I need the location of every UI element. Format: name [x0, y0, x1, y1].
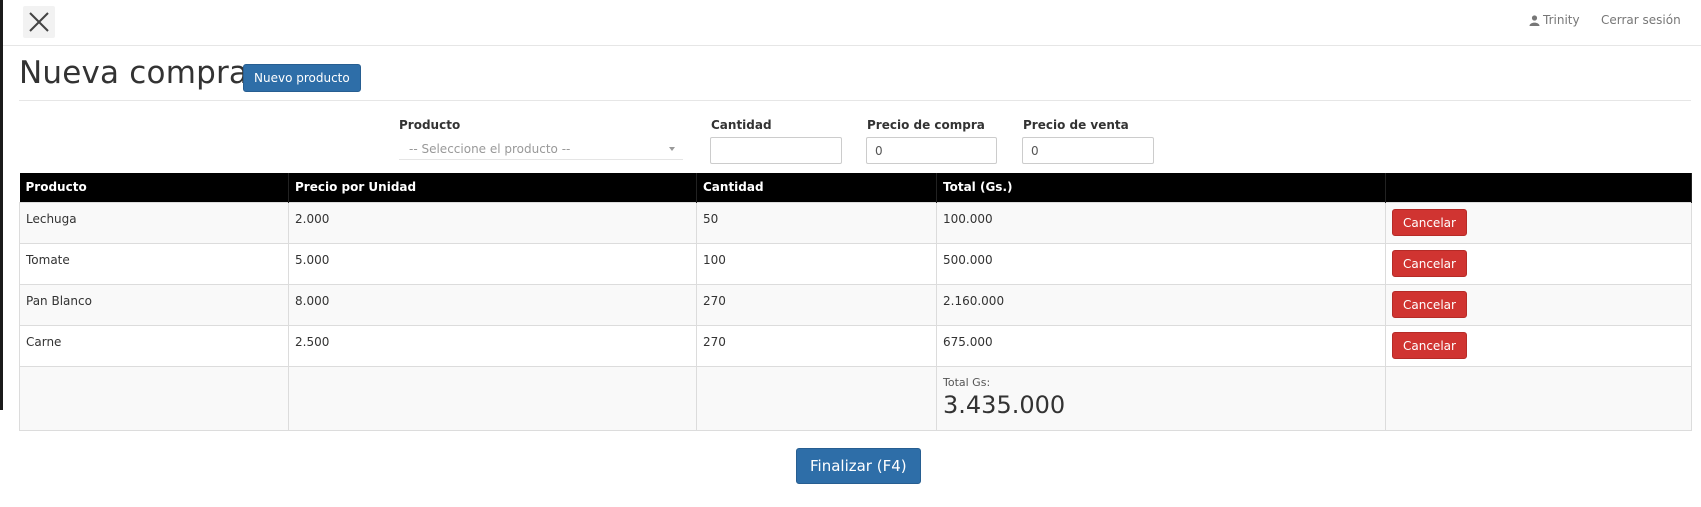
cell-total: 675.000 — [936, 324, 1386, 367]
column-header-quantity: Cantidad — [696, 173, 937, 202]
cell-action: Cancelar — [1385, 242, 1692, 285]
cell-product: Pan Blanco — [19, 283, 289, 326]
sale-price-label: Precio de venta — [1023, 118, 1129, 132]
sale-price-input[interactable] — [1022, 137, 1154, 164]
cancel-button[interactable]: Cancelar — [1392, 332, 1467, 359]
finish-button[interactable]: Finalizar (F4) — [796, 448, 921, 484]
total-row: Total Gs: 3.435.000 — [19, 365, 1692, 431]
purchase-price-label: Precio de compra — [867, 118, 985, 132]
user-icon — [1529, 14, 1540, 26]
cell-total: 100.000 — [936, 201, 1386, 244]
cell-product: Carne — [19, 324, 289, 367]
left-edge-strip — [0, 0, 3, 410]
quantity-input[interactable] — [710, 137, 842, 164]
cell-total: 2.160.000 — [936, 283, 1386, 326]
table-row: Tomate 5.000 100 500.000 Cancelar — [19, 242, 1692, 285]
top-bar: Trinity Cerrar sesión — [3, 0, 1701, 46]
cell-action: Cancelar — [1385, 283, 1692, 326]
logout-link[interactable]: Cerrar sesión — [1601, 13, 1681, 27]
chevron-down-icon — [669, 147, 675, 151]
table-row: Pan Blanco 8.000 270 2.160.000 Cancelar — [19, 283, 1692, 326]
cell-action: Cancelar — [1385, 201, 1692, 244]
cancel-button[interactable]: Cancelar — [1392, 250, 1467, 277]
empty-cell — [1385, 365, 1692, 431]
cell-unit-price: 2.000 — [288, 201, 697, 244]
quantity-label: Cantidad — [711, 118, 772, 132]
cell-action: Cancelar — [1385, 324, 1692, 367]
table-row: Lechuga 2.000 50 100.000 Cancelar — [19, 201, 1692, 244]
divider — [19, 100, 1691, 101]
grand-total-value: 3.435.000 — [943, 390, 1066, 419]
cell-unit-price: 8.000 — [288, 283, 697, 326]
empty-cell — [19, 365, 289, 431]
cancel-button[interactable]: Cancelar — [1392, 291, 1467, 318]
grand-total-label: Total Gs: — [943, 375, 991, 389]
new-product-button[interactable]: Nuevo producto — [243, 64, 361, 92]
cell-quantity: 100 — [696, 242, 937, 285]
cell-quantity: 50 — [696, 201, 937, 244]
product-select-placeholder: -- Seleccione el producto -- — [409, 142, 571, 156]
purchase-price-input[interactable] — [866, 137, 997, 164]
empty-cell — [288, 365, 697, 431]
product-label: Producto — [399, 118, 461, 132]
empty-cell — [696, 365, 937, 431]
column-header-actions — [1385, 173, 1692, 202]
cell-quantity: 270 — [696, 324, 937, 367]
column-header-unit-price: Precio por Unidad — [288, 173, 697, 202]
cell-unit-price: 5.000 — [288, 242, 697, 285]
user-menu[interactable]: Trinity — [1529, 13, 1580, 27]
cancel-button[interactable]: Cancelar — [1392, 209, 1467, 236]
cell-unit-price: 2.500 — [288, 324, 697, 367]
user-name: Trinity — [1543, 13, 1580, 27]
column-header-total: Total (Gs.) — [936, 173, 1386, 202]
cell-total: 500.000 — [936, 242, 1386, 285]
table-row: Carne 2.500 270 675.000 Cancelar — [19, 324, 1692, 367]
cell-quantity: 270 — [696, 283, 937, 326]
purchase-table: Producto Precio por Unidad Cantidad Tota… — [19, 173, 1692, 431]
column-header-product: Producto — [19, 173, 289, 202]
page-title: Nueva compra — [19, 55, 249, 91]
grand-total-cell: Total Gs: 3.435.000 — [936, 365, 1386, 431]
close-button[interactable] — [23, 6, 55, 38]
close-icon — [29, 12, 49, 32]
cell-product: Tomate — [19, 242, 289, 285]
cell-product: Lechuga — [19, 201, 289, 244]
product-select[interactable]: -- Seleccione el producto -- — [399, 138, 683, 160]
table-header-row: Producto Precio por Unidad Cantidad Tota… — [19, 173, 1692, 202]
